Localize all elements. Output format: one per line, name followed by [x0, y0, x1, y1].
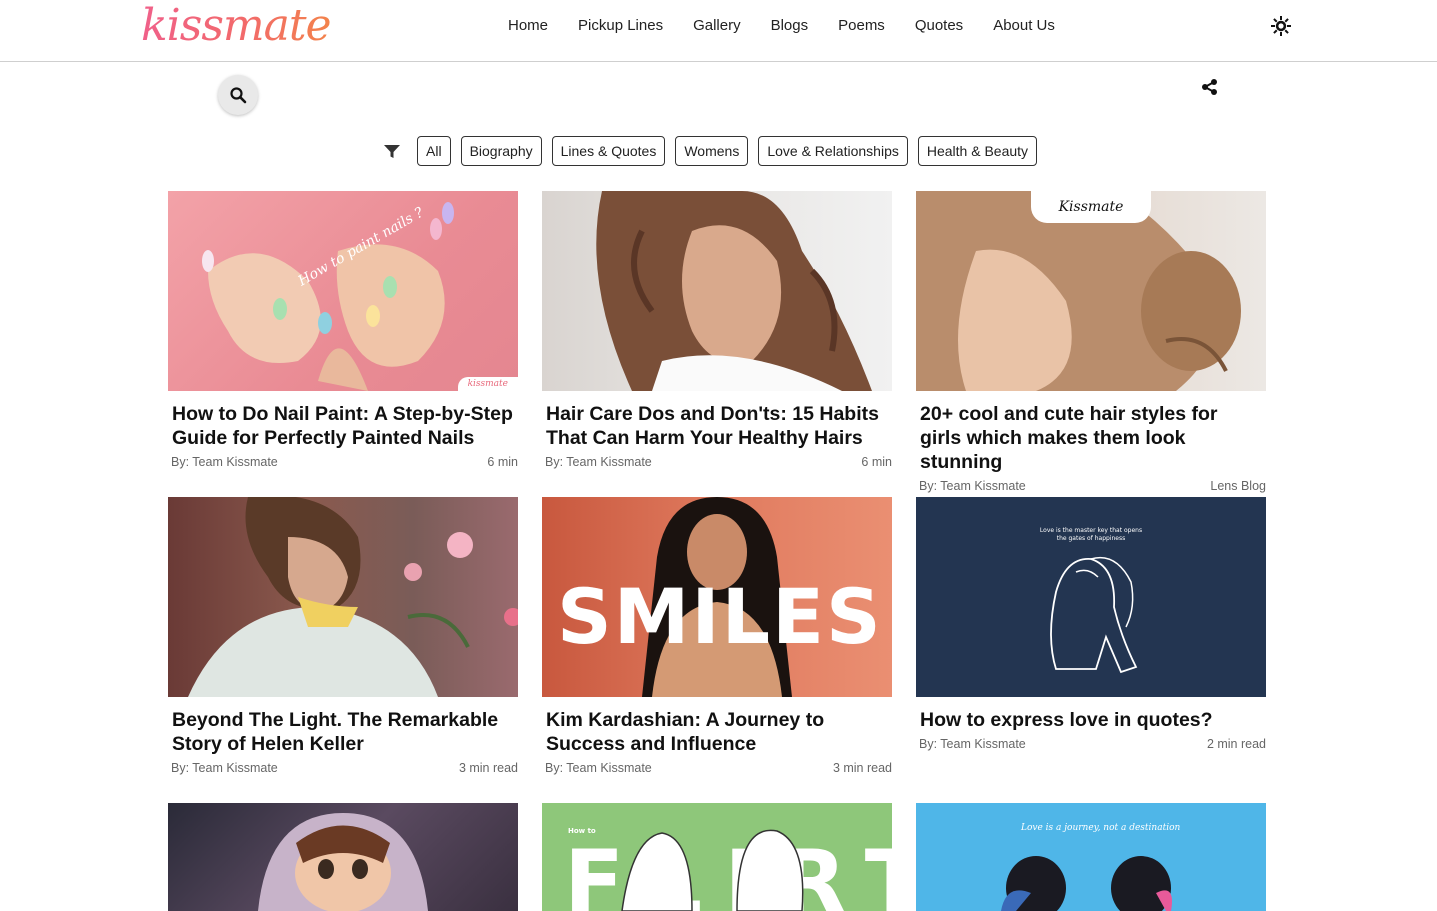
filter-chip-biography[interactable]: Biography — [460, 136, 542, 166]
card-title[interactable]: Beyond The Light. The Remarkable Story o… — [168, 708, 518, 756]
filter-chip-all[interactable]: All — [417, 136, 451, 166]
card-author: By: Team Kissmate — [171, 761, 278, 775]
theme-toggle-sun-icon[interactable] — [1270, 15, 1292, 37]
main-nav: Home Pickup Lines Gallery Blogs Poems Qu… — [508, 17, 1085, 34]
blog-card[interactable]: Beyond The Light. The Remarkable Story o… — [168, 497, 518, 775]
card-author: By: Team Kissmate — [919, 737, 1026, 751]
card-meta: By: Team Kissmate 3 min read — [168, 761, 518, 775]
card-meta: By: Team Kissmate 2 min read — [916, 737, 1266, 751]
blog-card[interactable] — [168, 803, 518, 911]
filter-chip-lines-quotes[interactable]: Lines & Quotes — [551, 136, 666, 166]
card-title[interactable]: Kim Kardashian: A Journey to Success and… — [542, 708, 892, 756]
search-button[interactable] — [218, 75, 258, 115]
blog-card[interactable]: Hair Care Dos and Don'ts: 15 Habits That… — [542, 191, 892, 469]
nav-poems[interactable]: Poems — [838, 17, 885, 34]
card-image-caption: SMILES — [557, 572, 883, 661]
nav-pickup-lines[interactable]: Pickup Lines — [578, 17, 663, 34]
filter-funnel-icon — [384, 145, 400, 158]
nav-about-us[interactable]: About Us — [993, 17, 1055, 34]
card-author: By: Team Kissmate — [545, 761, 652, 775]
card-image: How to paint nails ? kissmate — [168, 191, 518, 391]
nav-gallery[interactable]: Gallery — [693, 17, 741, 34]
card-read-time: 3 min read — [832, 761, 892, 775]
card-read-time: 2 min read — [1206, 737, 1266, 751]
filter-chip-health-beauty[interactable]: Health & Beauty — [917, 136, 1038, 166]
card-meta: By: Team Kissmate 6 min — [542, 455, 892, 469]
blog-card[interactable]: Love is the master key that opens the ga… — [916, 497, 1266, 751]
card-title[interactable]: How to Do Nail Paint: A Step-by-Step Gui… — [168, 402, 518, 450]
filter-chip-love-relationships[interactable]: Love & Relationships — [758, 136, 908, 166]
card-image-badge: kissmate — [457, 377, 518, 391]
card-author: By: Team Kissmate — [919, 479, 1026, 493]
card-image: SMILES — [542, 497, 892, 697]
nav-home[interactable]: Home — [508, 17, 548, 34]
nav-quotes[interactable]: Quotes — [915, 17, 963, 34]
card-author: By: Team Kissmate — [545, 455, 652, 469]
blog-card[interactable]: Kissmate 20+ cool and cute hair styles f… — [916, 191, 1266, 493]
card-image-caption: Love is the master key that opens the ga… — [1039, 527, 1143, 542]
card-read-time: 6 min — [487, 455, 518, 469]
card-meta: By: Team Kissmate 6 min — [168, 455, 518, 469]
card-image: Love is a journey, not a destination — [916, 803, 1266, 911]
card-read-time: Lens Blog — [1210, 479, 1266, 493]
card-image — [168, 803, 518, 911]
nav-blogs[interactable]: Blogs — [771, 17, 809, 34]
card-image: Kissmate — [916, 191, 1266, 391]
search-icon — [230, 87, 247, 104]
card-author: By: Team Kissmate — [171, 455, 278, 469]
blog-card[interactable]: How to FLIRT — [542, 803, 892, 911]
filter-chip-womens[interactable]: Womens — [675, 136, 749, 166]
card-meta: By: Team Kissmate 3 min read — [542, 761, 892, 775]
card-image — [168, 497, 518, 697]
blog-card[interactable]: SMILES Kim Kardashian: A Journey to Succ… — [542, 497, 892, 775]
card-title[interactable]: 20+ cool and cute hair styles for girls … — [916, 402, 1266, 474]
card-image — [542, 191, 892, 391]
card-read-time: 3 min read — [458, 761, 518, 775]
card-image: Love is the master key that opens the ga… — [916, 497, 1266, 697]
category-filter-bar: All Biography Lines & Quotes Womens Love… — [382, 136, 1047, 166]
card-read-time: 6 min — [861, 455, 892, 469]
card-image: How to FLIRT — [542, 803, 892, 911]
card-title[interactable]: Hair Care Dos and Don'ts: 15 Habits That… — [542, 402, 892, 450]
site-logo[interactable]: kissmate — [141, 0, 332, 52]
card-image-badge: Kissmate — [1031, 191, 1151, 223]
blog-card[interactable]: How to paint nails ? kissmate How to Do … — [168, 191, 518, 469]
share-icon[interactable] — [1200, 77, 1220, 97]
blog-card[interactable]: Love is a journey, not a destination — [916, 803, 1266, 911]
card-meta: By: Team Kissmate Lens Blog — [916, 479, 1266, 493]
top-header: kissmate Home Pickup Lines Gallery Blogs… — [0, 0, 1437, 62]
card-title[interactable]: How to express love in quotes? — [916, 708, 1266, 732]
